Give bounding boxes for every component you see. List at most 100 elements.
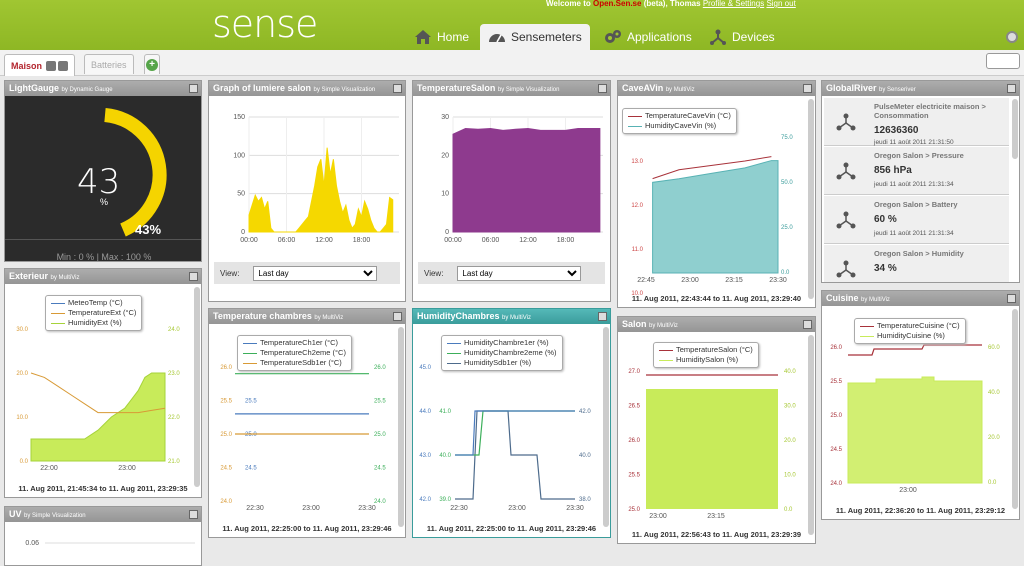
x-tick-label: 06:00 [482, 237, 500, 244]
sense-logo[interactable]: sense [212, 2, 318, 46]
widget-header[interactable]: Cuisine by MultiViz [822, 291, 1019, 306]
add-tab-button[interactable]: + [144, 54, 160, 74]
area-series [248, 147, 394, 233]
widget-header[interactable]: Exterieur by MultiViz [5, 269, 201, 284]
layout-toggle-button[interactable] [986, 53, 1020, 69]
widget-header[interactable]: Graph of lumiere salon by Simple Visuali… [209, 81, 405, 96]
close-icon[interactable] [598, 312, 607, 321]
river-item[interactable]: Oregon Salon > Humidity 34 % [824, 245, 1009, 282]
dashboard-tab-bar: Maison Batteries + [0, 50, 1024, 76]
nav-applications[interactable]: Applications [596, 24, 700, 50]
widget-header[interactable]: HumidityChambres by MultiViz [413, 309, 610, 324]
time-range: 11. Aug 2011, 22:43:44 to 11. Aug 2011, … [631, 294, 802, 303]
y-left-tick-label: 30.0 [16, 327, 28, 333]
widget-salon: Salon by MultiViz 27.0 26.5 26.0 25.5 25.0 40… [617, 316, 816, 544]
close-icon[interactable] [1007, 294, 1016, 303]
profile-settings-link[interactable]: Profile & Settings [703, 0, 764, 8]
y-right-tick-label: 25.0 [781, 225, 793, 231]
x-tick-label: 23:30 [358, 505, 376, 512]
scrollbar[interactable] [808, 99, 814, 299]
x-tick-label: 22:30 [450, 505, 468, 512]
river-item[interactable]: Oregon Salon > Pressure 856 hPa jeudi 11… [824, 147, 1009, 195]
y-right-tick-label: 0.0 [784, 507, 793, 513]
nav-devices[interactable]: Devices [701, 24, 783, 50]
scrollbar[interactable] [808, 335, 814, 535]
edit-tab-icon[interactable] [46, 60, 57, 71]
humidity-ch1-line [455, 410, 575, 456]
share-tab-icon[interactable] [58, 60, 69, 71]
y-tick-label: 150 [233, 114, 245, 121]
x-tick-label: 23:00 [302, 505, 320, 512]
widget-header[interactable]: Temperature chambres by MultiViz [209, 309, 405, 324]
widget-header[interactable]: TemperatureSalon by Simple Visualization [413, 81, 610, 96]
close-icon[interactable] [189, 510, 198, 519]
widget-header[interactable]: LightGauge by Dynamic Gauge [5, 81, 201, 96]
river-item[interactable]: PulseMeter electricite maison > Consomma… [824, 98, 1009, 146]
y-left-tick-label: 24.0 [220, 499, 232, 505]
x-tick-label: 23:00 [508, 505, 526, 512]
widget-globalriver: GlobalRiver by Senseriver PulseMeter ele… [821, 80, 1020, 283]
lumiere-chart: 150 100 50 000:00 06:00 12:00 18:00 [233, 114, 399, 244]
time-range: 11. Aug 2011, 22:56:43 to 11. Aug 2011, … [631, 530, 802, 539]
plus-icon: + [146, 58, 158, 71]
device-molecule-icon [836, 260, 856, 278]
site-name[interactable]: Open.Sen.se [593, 0, 641, 8]
close-icon[interactable] [393, 312, 402, 321]
close-icon[interactable] [1007, 84, 1016, 93]
time-range: 11. Aug 2011, 22:25:00 to 11. Aug 2011, … [222, 524, 392, 533]
chart-legend: TemperatureSalon (°C) HumiditySalon (%) [653, 342, 759, 368]
y-left-tick-label: 0.0 [20, 459, 29, 465]
y-right-tick-label: 20.0 [988, 435, 1000, 441]
y-left-tick-label: 43.0 [419, 453, 431, 459]
x-tick-label: 23:30 [566, 505, 584, 512]
time-range: 11. Aug 2011, 22:25:00 to 11. Aug 2011, … [426, 524, 597, 533]
tab-batteries[interactable]: Batteries [84, 54, 134, 74]
y-tick-label: 50 [237, 191, 245, 198]
y-mid-tick-label: 40.0 [439, 453, 451, 459]
widget-header[interactable]: CaveAVin by MultiViz [618, 81, 815, 96]
x-tick-label: 23:15 [707, 513, 725, 520]
close-icon[interactable] [803, 320, 812, 329]
river-item[interactable]: Oregon Salon > Battery 60 % jeudi 11 aoû… [824, 196, 1009, 244]
y-right-tick-label: 25.5 [374, 399, 386, 405]
nav-sensemeters[interactable]: Sensemeters [480, 24, 590, 50]
widget-header[interactable]: UV by Simple Visualization [5, 507, 201, 522]
scrollbar[interactable] [398, 327, 404, 527]
tab-maison[interactable]: Maison [4, 54, 76, 76]
view-selector-row: View: Last day [418, 262, 605, 284]
view-select[interactable]: Last day [457, 265, 582, 281]
y-right-tick-label: 22.0 [168, 415, 180, 421]
scrollbar[interactable] [1012, 99, 1018, 159]
scrollbar[interactable] [603, 327, 609, 527]
close-icon[interactable] [189, 272, 198, 281]
chart-legend: TemperatureCuisine (°C) HumidityCuisine … [854, 318, 966, 344]
close-icon[interactable] [393, 84, 402, 93]
y-tick-label: 20 [441, 152, 449, 159]
widget-header[interactable]: Salon by MultiViz [618, 317, 815, 332]
close-icon[interactable] [189, 84, 198, 93]
y-right-tick-label: 38.0 [579, 497, 591, 503]
y-right-tick-label: 25.0 [374, 432, 386, 438]
device-molecule-icon [836, 211, 856, 229]
y-mid-tick-label: 24.5 [245, 466, 257, 472]
widget-header[interactable]: GlobalRiver by Senseriver [822, 81, 1019, 96]
y-right-tick-label: 40.0 [579, 453, 591, 459]
gauge-value-label: 43% [135, 222, 162, 237]
y-mid-tick-label: 25.0 [245, 432, 257, 438]
y-left-tick-label: 20.0 [16, 371, 28, 377]
scrollbar[interactable] [194, 287, 200, 487]
nav-home[interactable]: Home [406, 24, 477, 50]
scrollbar[interactable] [1012, 309, 1018, 509]
sign-out-link[interactable]: Sign out [766, 0, 795, 8]
settings-gear-icon[interactable] [1006, 31, 1018, 43]
view-select[interactable]: Last day [253, 265, 378, 281]
widget-uv: UV by Simple Visualization 0.06 [4, 506, 202, 566]
y-right-tick-label: 40.0 [988, 390, 1000, 396]
temperature-salon-chart: 30 20 10 000:00 06:00 12:00 18:00 [441, 114, 603, 244]
y-left-tick-label: 25.0 [628, 507, 640, 513]
x-tick-label: 22:00 [40, 465, 58, 472]
y-left-tick-label: 25.5 [830, 379, 842, 385]
close-icon[interactable] [598, 84, 607, 93]
close-icon[interactable] [803, 84, 812, 93]
y-left-tick-label: 13.0 [631, 159, 643, 165]
